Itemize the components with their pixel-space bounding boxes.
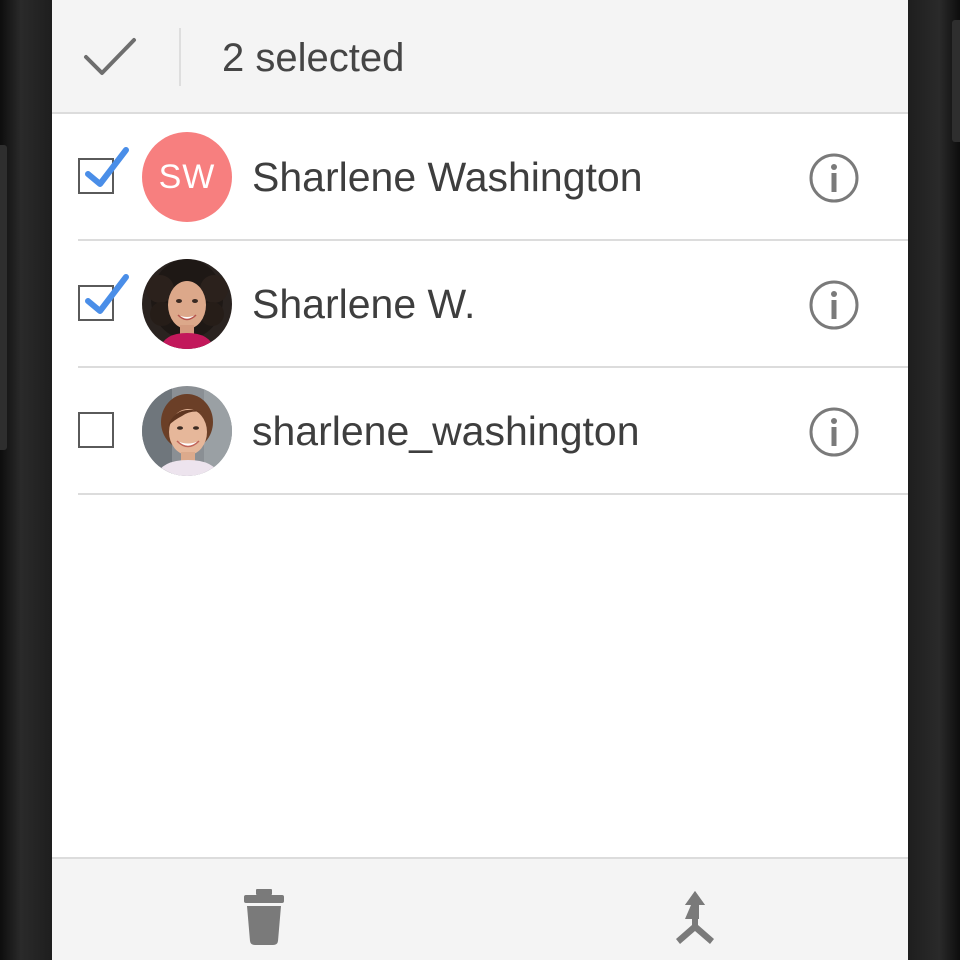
portrait-image [142,259,232,349]
phone-device: 2 selected SW Sharlene Washington Sharle… [0,0,960,960]
portrait-image [142,386,232,476]
device-bezel-left [0,0,52,960]
info-icon[interactable] [808,279,860,331]
selection-toolbar: 2 selected [52,0,908,114]
info-icon[interactable] [808,152,860,204]
selected-count: 2 selected [222,36,405,80]
checkmark-icon [85,274,129,314]
avatar-photo [142,259,232,349]
contact-row[interactable]: SW Sharlene Washington [52,114,908,241]
device-bezel-right [908,0,960,960]
avatar-photo [142,386,232,476]
power-button [952,20,960,142]
contact-row[interactable]: Sharlene W. [52,241,908,368]
toolbar-divider [179,28,181,86]
screen: 2 selected SW Sharlene Washington Sharle… [52,0,908,960]
volume-button [0,145,7,450]
bottom-action-bar [52,857,908,960]
check-icon[interactable] [82,34,138,80]
info-icon[interactable] [808,406,860,458]
contact-row[interactable]: sharlene_washington [52,368,908,495]
checkmark-icon [85,147,129,187]
contact-list: SW Sharlene Washington Sharlene W. sharl… [52,114,908,495]
contact-name: sharlene_washington [252,408,640,454]
contact-checkbox[interactable] [78,147,129,194]
contact-checkbox[interactable] [78,274,129,321]
contact-name: Sharlene W. [252,281,476,327]
contact-name: Sharlene Washington [252,154,643,200]
avatar: SW [142,132,232,222]
merge-icon[interactable] [672,889,718,947]
delete-icon[interactable] [242,887,286,947]
contact-checkbox[interactable] [78,412,114,448]
